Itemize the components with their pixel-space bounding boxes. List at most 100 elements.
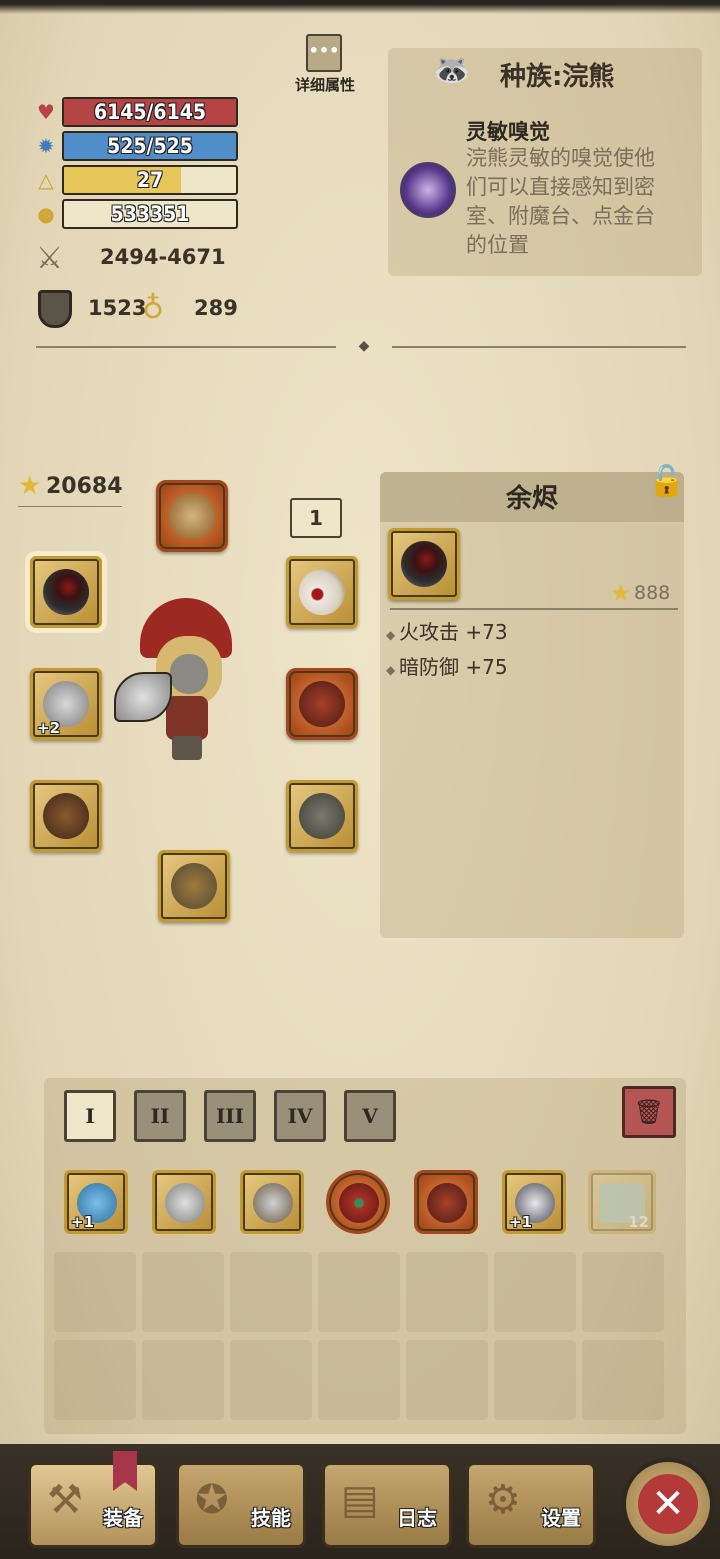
empty-slot[interactable] [582, 1340, 664, 1420]
divider-right [392, 346, 686, 348]
equipment-tab[interactable]: ⚒ 装备 [28, 1451, 158, 1548]
inventory-item[interactable]: +1 [64, 1170, 128, 1234]
red-cape-icon [427, 1183, 467, 1223]
inventory-item[interactable]: +1 [502, 1170, 566, 1234]
empty-slot[interactable] [54, 1252, 136, 1332]
empty-slot[interactable] [494, 1340, 576, 1420]
double-axe-icon [165, 1183, 205, 1223]
level-icon: △ [38, 168, 54, 192]
weapon-slot[interactable]: +2 [30, 668, 102, 740]
armor-slot[interactable] [286, 668, 358, 740]
heart-icon: ♥ [37, 100, 55, 124]
tab-page-4[interactable]: IV [274, 1090, 326, 1142]
hp-text: 6145/6145 [93, 100, 207, 124]
desc-line: 们可以直接感知到密 [466, 175, 655, 199]
detail-attributes-button[interactable]: ••• 详细属性 [290, 34, 360, 96]
skill-tab-label: 技能 [251, 1506, 291, 1530]
equipment-score: 20684 [46, 474, 123, 499]
settings-tab-label: 设置 [541, 1506, 581, 1530]
empty-slot[interactable] [230, 1252, 312, 1332]
ruby-ring-icon [401, 541, 447, 587]
empty-slot[interactable] [406, 1252, 488, 1332]
empty-slot[interactable] [406, 1340, 488, 1420]
ring-slot[interactable] [30, 556, 102, 628]
ruby-ring-icon [43, 569, 89, 615]
amulet-slot[interactable] [286, 556, 358, 628]
boots-icon [171, 863, 217, 909]
inventory-item[interactable] [414, 1170, 478, 1234]
race-skill-icon[interactable] [400, 162, 456, 218]
eyeball-amulet-icon [299, 569, 345, 615]
pants-slot[interactable] [286, 780, 358, 852]
scroll-box-icon: ••• [306, 34, 342, 72]
body [166, 696, 208, 740]
axe-icon: ⚒ [47, 1477, 83, 1523]
tab-page-2[interactable]: II [134, 1090, 186, 1142]
upgrade-level: +1 [509, 1213, 533, 1231]
mp-text: 525/525 [107, 134, 193, 158]
race-title: 种族:浣熊 [500, 62, 615, 92]
empty-slot[interactable] [318, 1340, 400, 1420]
attribute-list: ◆ 火攻击 +73 ◆ 暗防御 +75 [386, 616, 676, 686]
pants-icon [299, 793, 345, 839]
log-tab[interactable]: ▤ 日志 [322, 1462, 452, 1548]
desc-line: 的位置 [466, 233, 529, 257]
desc-line: 室、附魔台、点金台 [466, 204, 655, 228]
item-count: 12 [628, 1213, 649, 1231]
attack-value: 2494-4671 [100, 245, 226, 269]
item-score: 888 [634, 582, 671, 604]
unlock-lock-icon[interactable]: 🔓 [648, 462, 686, 502]
tab-page-3[interactable]: III [204, 1090, 256, 1142]
race-skill-desc: 浣熊灵敏的嗅觉使他 们可以直接感知到密 室、附魔台、点金台 的位置 [466, 144, 686, 260]
star-icon: ★ [18, 471, 42, 501]
item-name: 余烬 [505, 484, 558, 514]
level-text: 27 [136, 168, 164, 192]
upgrade-level: +2 [37, 719, 61, 737]
helmet-slot[interactable] [156, 480, 228, 552]
level-bar: 27 [62, 165, 238, 195]
attribute-item: ◆ 火攻击 +73 [386, 620, 508, 644]
hp-bar: 6145/6145 [62, 97, 238, 127]
spartan-helmet-icon [169, 493, 215, 539]
empty-slot[interactable] [318, 1252, 400, 1332]
mana-icon: ✹ [37, 134, 55, 158]
face [170, 654, 208, 694]
detail-item-icon [388, 528, 460, 600]
short-sword-icon [253, 1183, 293, 1223]
inventory-item[interactable] [240, 1170, 304, 1234]
gloves-slot[interactable] [30, 780, 102, 852]
mp-bar: 525/525 [62, 131, 238, 161]
close-button[interactable]: ✕ [622, 1458, 714, 1550]
inventory-item[interactable]: 12 [588, 1170, 656, 1234]
empty-slot[interactable] [54, 1340, 136, 1420]
shield-icon [38, 290, 72, 328]
gold-coin-icon: ● [37, 202, 55, 226]
count-badge: 1 [290, 498, 342, 538]
magic-value: 289 [194, 296, 238, 320]
race-skill-title: 灵敏嗅觉 [466, 120, 550, 144]
skill-tab[interactable]: ✪ 技能 [176, 1462, 306, 1548]
trash-icon: 🗑 [633, 1098, 665, 1126]
inventory-item[interactable] [326, 1170, 390, 1234]
inventory-item[interactable] [152, 1170, 216, 1234]
gold-text: 533351 [110, 202, 190, 226]
trash-button[interactable]: 🗑 [622, 1086, 676, 1138]
empty-slot[interactable] [142, 1340, 224, 1420]
red-armor-icon [299, 681, 345, 727]
log-tab-label: 日志 [397, 1506, 437, 1530]
empty-slot[interactable] [494, 1252, 576, 1332]
empty-slot[interactable] [230, 1340, 312, 1420]
detail-divider [390, 608, 678, 610]
axe [114, 672, 172, 722]
desc-line: 浣熊灵敏的嗅觉使他 [466, 146, 655, 170]
top-border [0, 0, 720, 14]
tab-page-1[interactable]: I [64, 1090, 116, 1142]
journal-icon: ▤ [341, 1477, 379, 1523]
armor-value: 1523 [88, 296, 147, 320]
boots-slot[interactable] [158, 850, 230, 922]
star-icon: ★ [610, 579, 632, 607]
settings-tab[interactable]: ⚙ 设置 [466, 1462, 596, 1548]
empty-slot[interactable] [582, 1252, 664, 1332]
empty-slot[interactable] [142, 1252, 224, 1332]
tab-page-5[interactable]: V [344, 1090, 396, 1142]
